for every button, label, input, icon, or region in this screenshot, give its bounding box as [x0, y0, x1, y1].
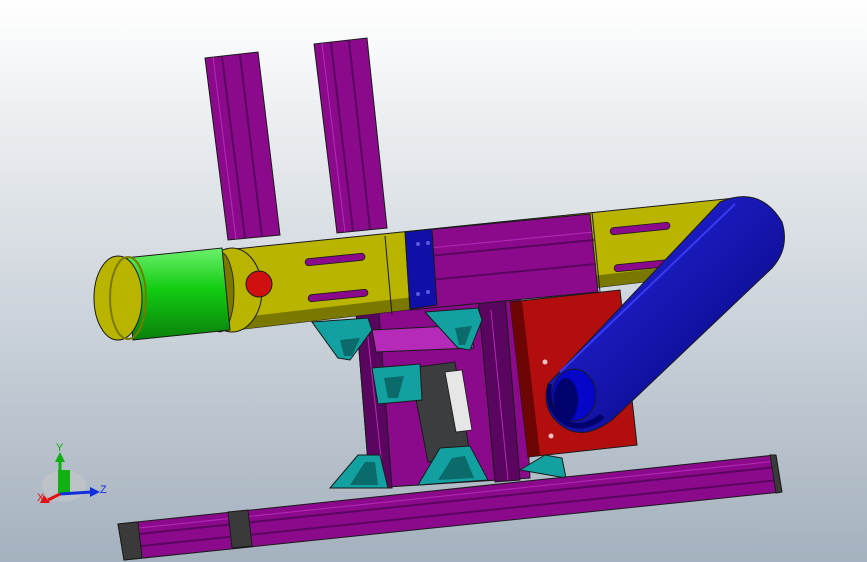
rail-joint: [227, 509, 253, 549]
plate-hole: [542, 359, 548, 365]
roller-end-cap: [93, 255, 143, 341]
shaft-hole: [245, 270, 273, 298]
triad-y-label: Y: [56, 442, 64, 454]
cad-viewport[interactable]: Y Z X: [0, 0, 867, 562]
conveyor-assembly-model[interactable]: Y Z X: [0, 0, 867, 562]
drive-roller[interactable]: [93, 247, 231, 341]
triad-x-label: X: [37, 492, 45, 504]
joint-plate: [404, 228, 438, 310]
triad-z-label: Z: [100, 484, 107, 496]
plate-hole: [548, 433, 554, 439]
mount-bracket-mid[interactable]: [371, 363, 423, 405]
